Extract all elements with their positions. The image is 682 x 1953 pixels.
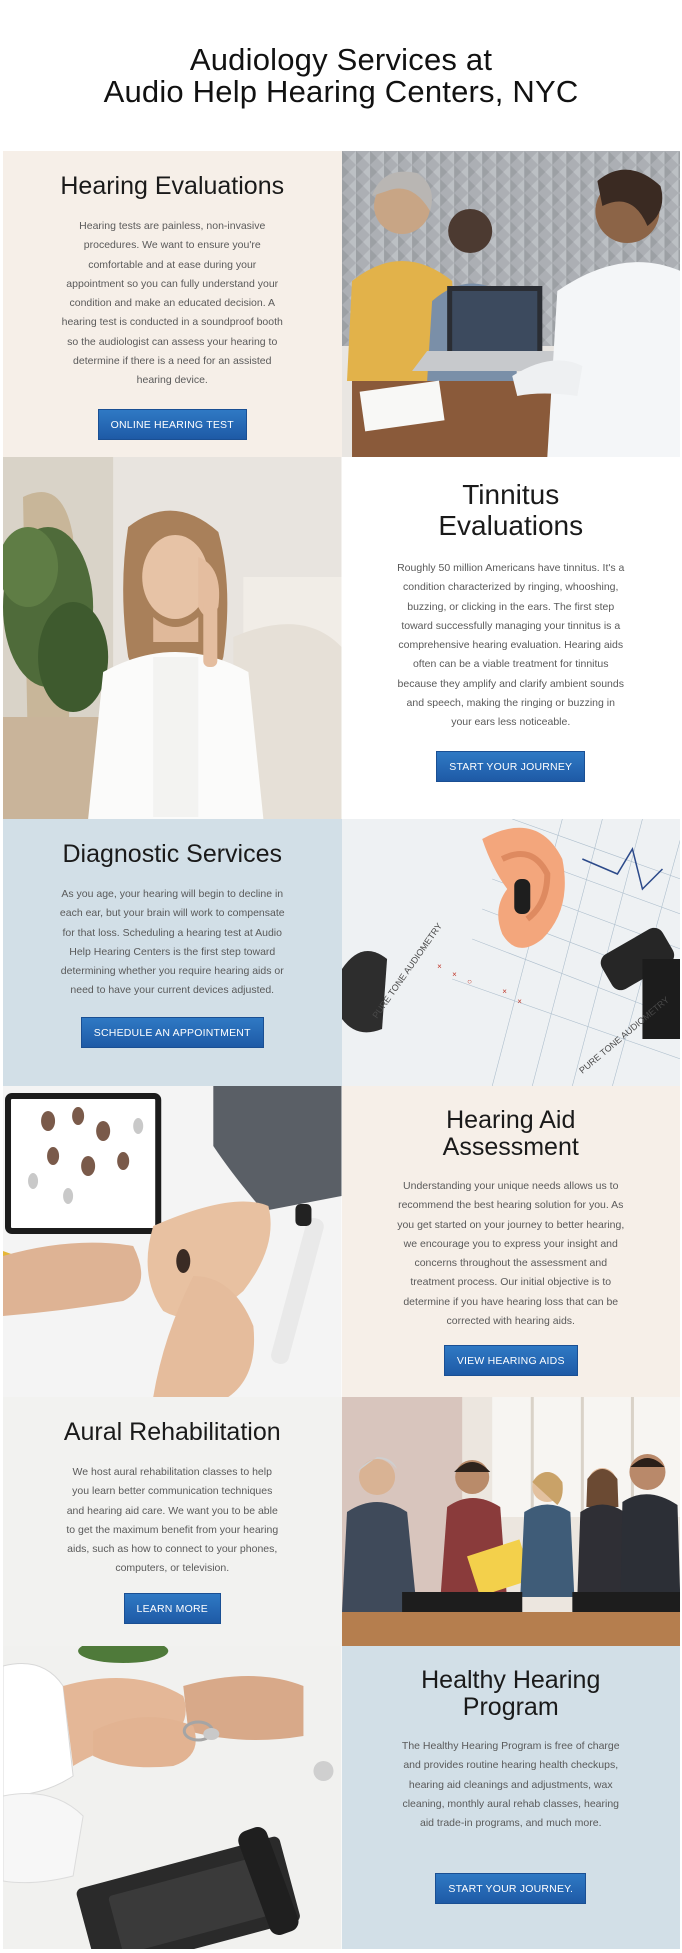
section-title-line1: Healthy Hearing	[421, 1666, 601, 1694]
hearing-evaluations-panel: Hearing Evaluations Hearing tests are pa…	[3, 151, 342, 457]
section-title-line1: Tinnitus	[462, 479, 560, 510]
section-aural-rehabilitation: Aural Rehabilitation We host aural rehab…	[3, 1397, 680, 1646]
section-title-line2: Assessment	[442, 1133, 579, 1161]
healthy-hearing-program-panel: Healthy Hearing Program The Healthy Hear…	[341, 1646, 680, 1949]
section-hearing-aid-assessment: Hearing Aid Assessment Understanding you…	[3, 1086, 680, 1397]
section-body: As you age, your hearing will begin to d…	[59, 888, 285, 997]
section-title-line2: Program	[462, 1693, 559, 1721]
section-tinnitus-evaluations: Tinnitus Evaluations Roughly 50 million …	[3, 457, 680, 819]
section-body: Understanding your unique needs allows u…	[397, 1180, 625, 1328]
section-title: Aural Rehabilitation	[63, 1418, 281, 1446]
hands-holding-hearing-aid-photo	[3, 1086, 342, 1397]
tinnitus-evaluations-panel: Tinnitus Evaluations Roughly 50 million …	[341, 457, 680, 819]
view-hearing-aids-button[interactable]: VIEW HEARING AIDS	[443, 1345, 578, 1377]
hands-passing-hearing-aid-photo	[3, 1646, 342, 1949]
learn-more-button[interactable]: LEARN MORE	[123, 1592, 221, 1624]
section-body: Roughly 50 million Americans have tinnit…	[397, 562, 625, 729]
aural-rehabilitation-panel: Aural Rehabilitation We host aural rehab…	[3, 1397, 342, 1646]
start-your-journey-button-2[interactable]: START YOUR JOURNEY.	[435, 1873, 587, 1905]
section-healthy-hearing-program: Healthy Hearing Program The Healthy Hear…	[3, 1646, 680, 1949]
svg-text:×: ×	[437, 962, 442, 971]
section-title: Diagnostic Services	[62, 840, 283, 868]
page-title: Audiology Services at Audio Help Hearing…	[103, 41, 579, 109]
page-header: Audiology Services at Audio Help Hearing…	[0, 0, 682, 151]
page-title-line2: Audio Help Hearing Centers, NYC	[103, 73, 579, 109]
ear-model-audiogram-otoscope-photo: × × ○ × × PURE TONE AUDIOMETRY PURE TONE AU…	[341, 819, 680, 1086]
group-class-discussion-photo	[341, 1397, 680, 1646]
svg-text:×: ×	[502, 987, 507, 996]
section-title: Healthy Hearing Program	[421, 1667, 600, 1721]
online-hearing-test-button[interactable]: ONLINE HEARING TEST	[97, 408, 247, 440]
section-title: Tinnitus Evaluations	[438, 479, 583, 541]
section-hearing-evaluations: Hearing Evaluations Hearing tests are pa…	[3, 151, 680, 457]
section-body: Hearing tests are painless, non-invasive…	[61, 220, 283, 387]
section-body: We host aural rehabilitation classes to …	[66, 1466, 279, 1575]
audiologist-performing-hearing-test-photo	[341, 151, 680, 457]
section-title: Hearing Evaluations	[60, 172, 285, 200]
woman-holding-ear-photo	[3, 457, 342, 819]
section-body: The Healthy Hearing Program is free of c…	[401, 1740, 620, 1830]
schedule-an-appointment-button[interactable]: SCHEDULE AN APPOINTMENT	[80, 1016, 264, 1048]
svg-text:×: ×	[517, 997, 522, 1006]
section-diagnostic-services: Diagnostic Services As you age, your hea…	[3, 819, 680, 1086]
section-title-line1: Hearing Aid	[446, 1106, 576, 1134]
section-title-line2: Evaluations	[438, 510, 584, 541]
hearing-aid-assessment-panel: Hearing Aid Assessment Understanding you…	[341, 1086, 680, 1397]
start-your-journey-button[interactable]: START YOUR JOURNEY	[436, 750, 586, 782]
svg-text:×: ×	[452, 970, 457, 979]
svg-text:○: ○	[467, 977, 472, 986]
section-title: Hearing Aid Assessment	[443, 1107, 579, 1161]
page-title-line1: Audiology Services at	[189, 41, 493, 77]
diagnostic-services-panel: Diagnostic Services As you age, your hea…	[3, 819, 342, 1086]
